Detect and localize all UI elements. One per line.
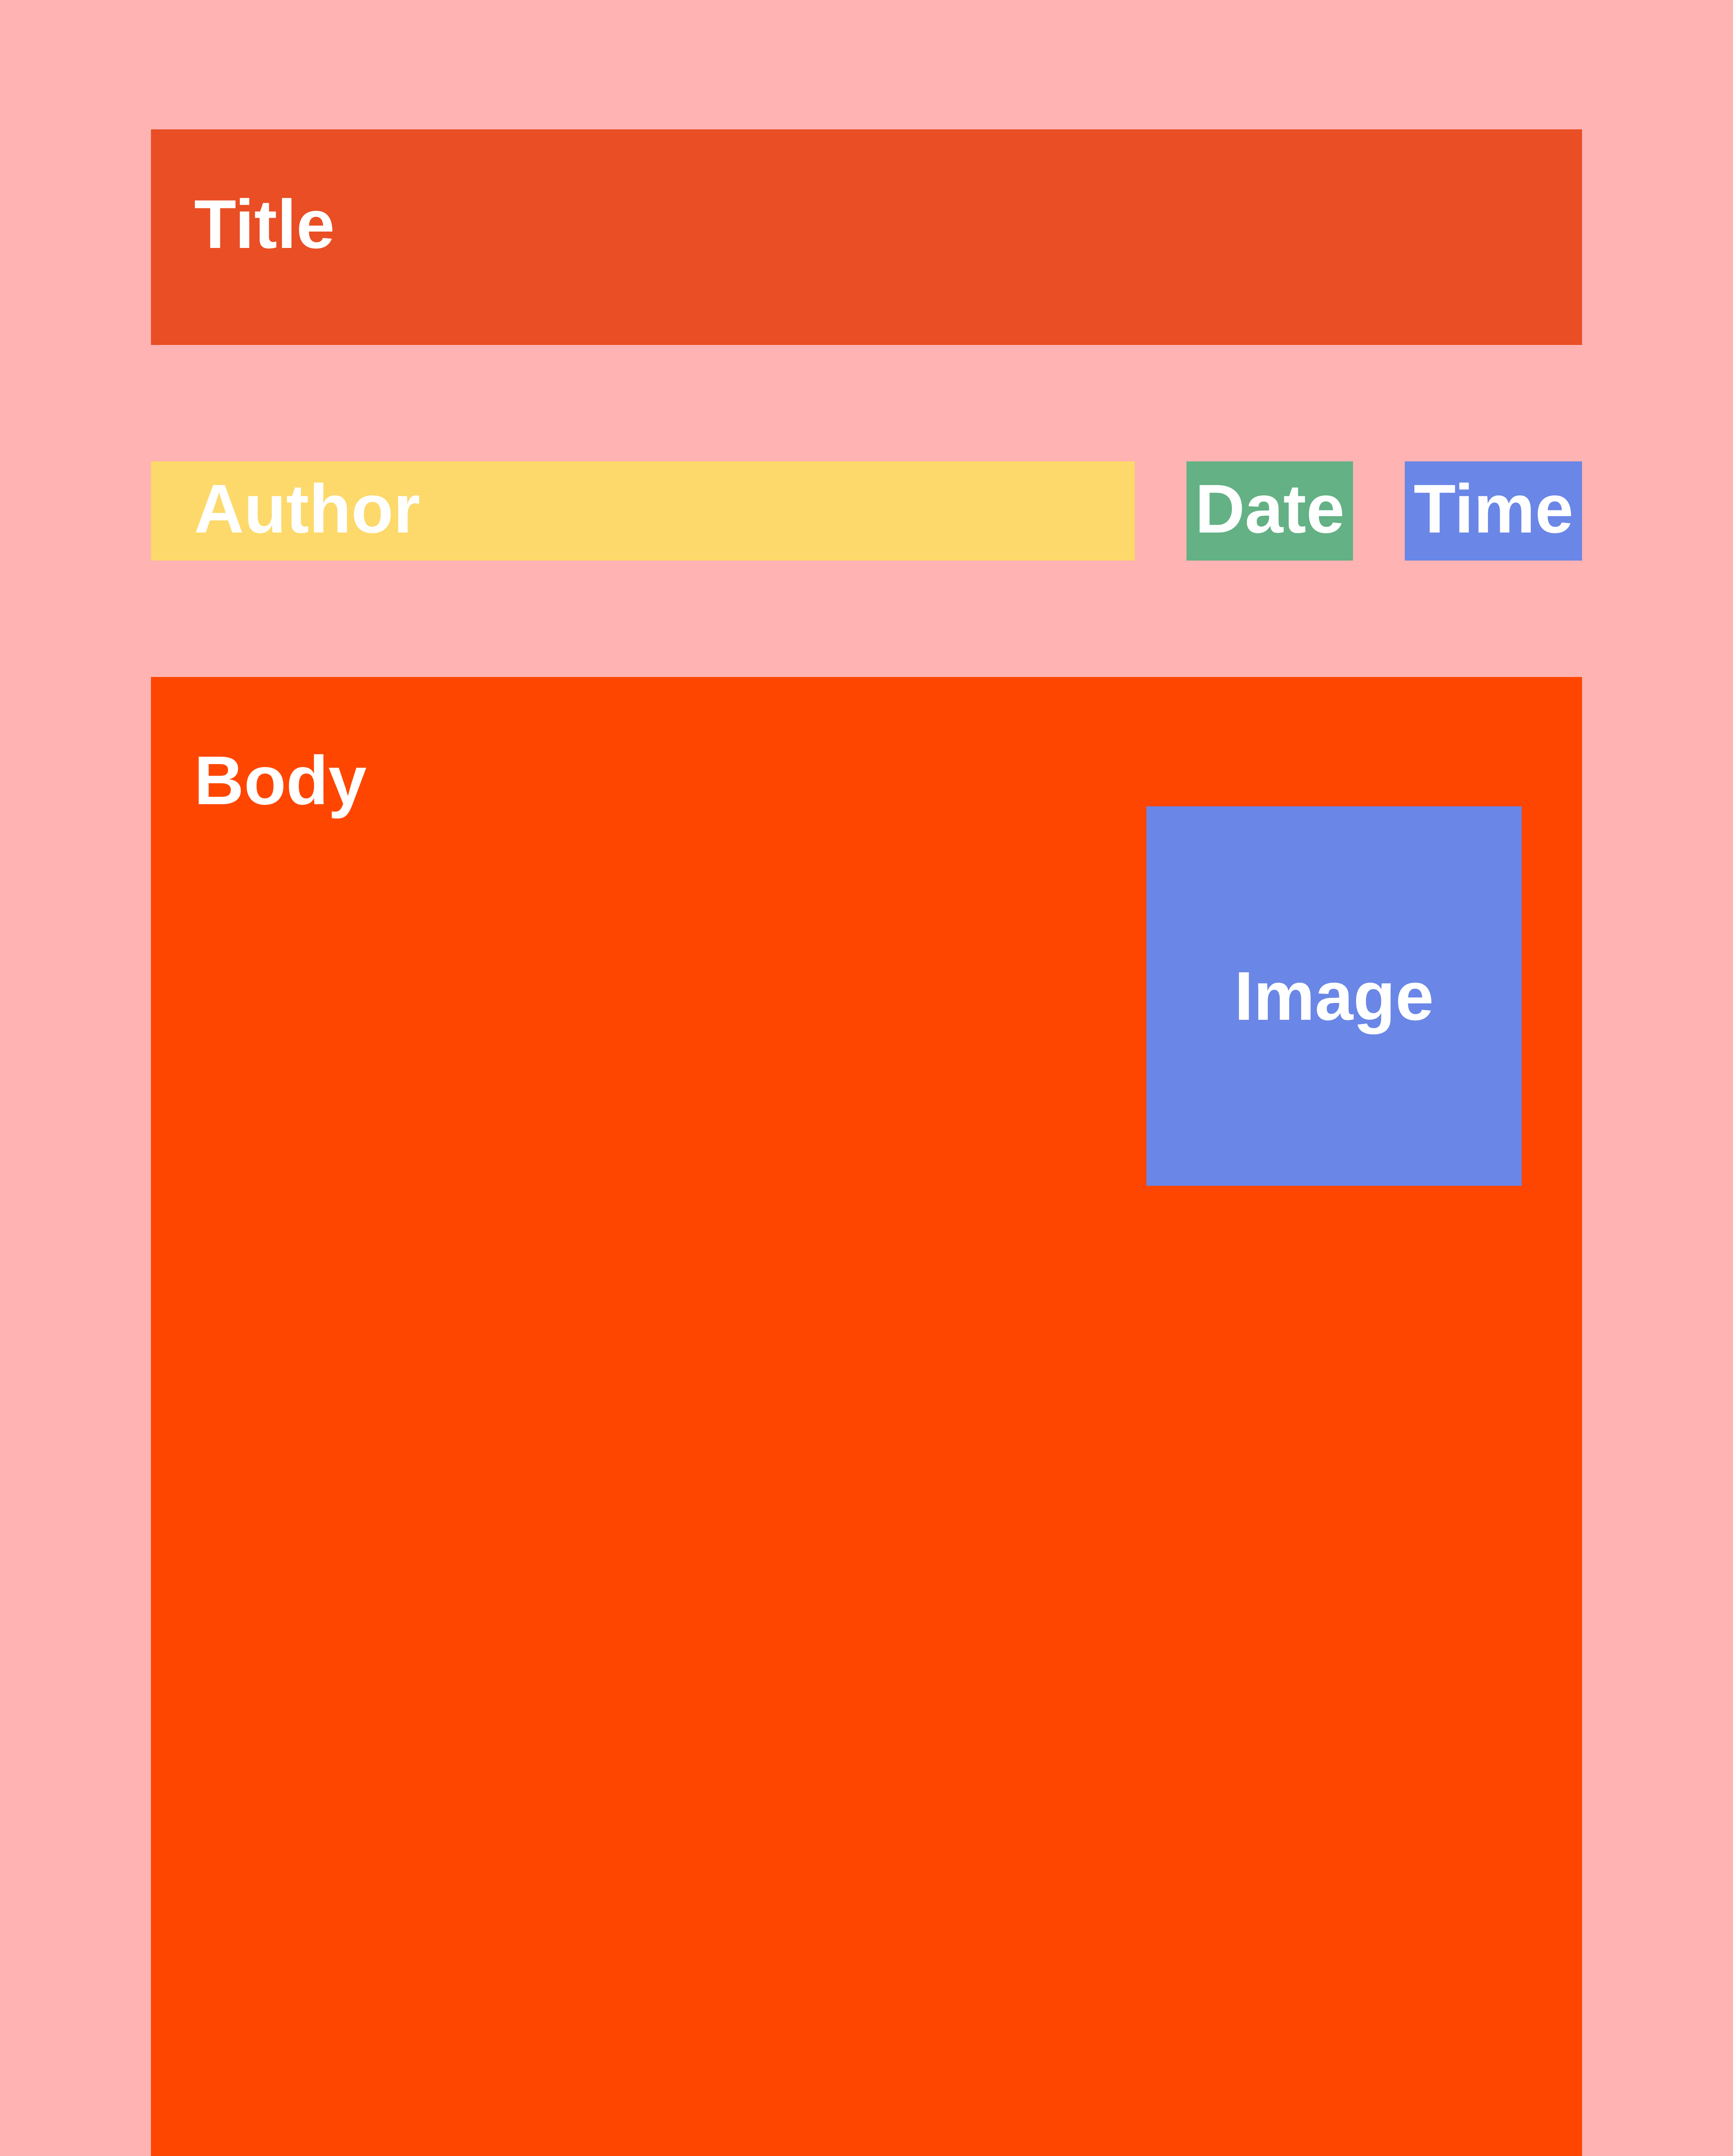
date-label: Date [1195,474,1345,543]
image-region: Image [1146,806,1522,1186]
author-label: Author [194,474,420,543]
time-region: Time [1405,461,1582,561]
meta-row: Author Date Time [151,461,1582,561]
body-region: Body Image [151,677,1582,2156]
image-label: Image [1234,962,1434,1031]
title-label: Title [194,185,335,263]
time-label: Time [1413,474,1573,543]
title-region: Title [151,129,1582,345]
body-label: Body [194,742,367,819]
author-region: Author [151,461,1135,561]
date-region: Date [1187,461,1353,561]
